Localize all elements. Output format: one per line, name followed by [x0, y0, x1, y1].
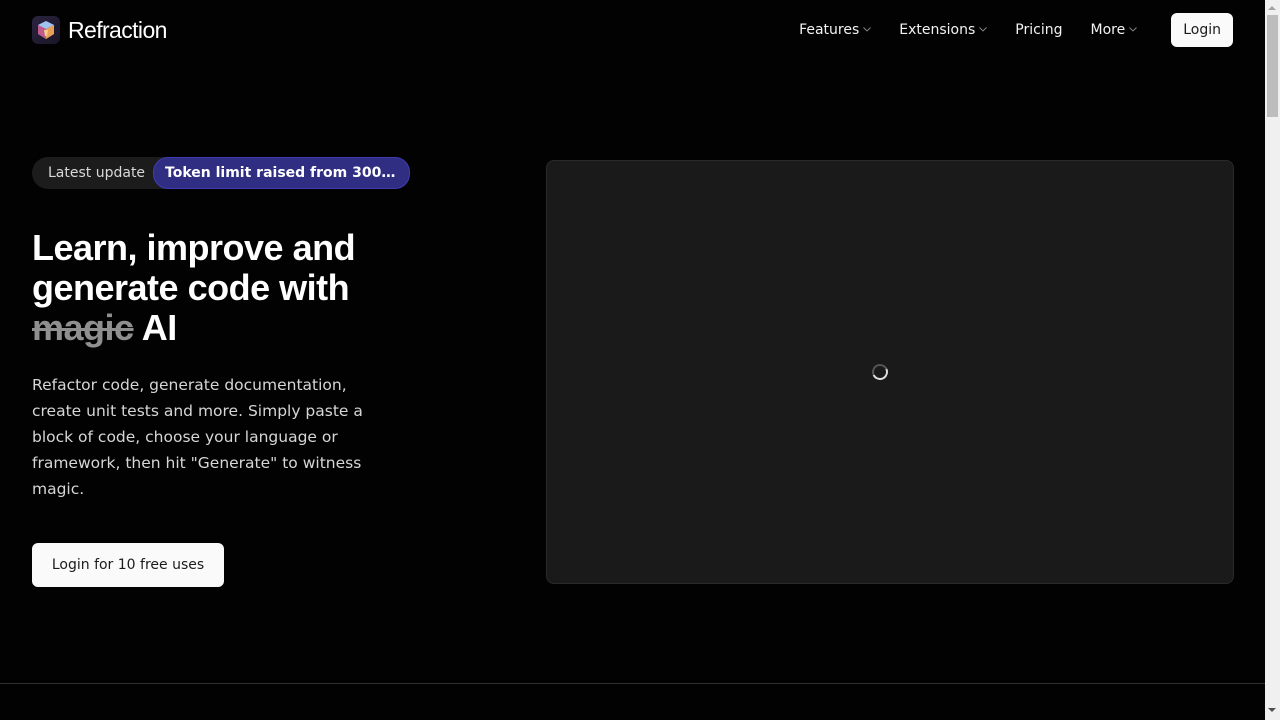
section-divider: [0, 683, 1265, 684]
hero-description: Refactor code, generate documentation, c…: [32, 376, 363, 498]
hero-headline: Learn, improve and generate code with ma…: [32, 228, 452, 348]
latest-update-label: Latest update: [48, 165, 146, 181]
chevron-down-icon: [979, 27, 988, 32]
loading-spinner-icon: [869, 361, 891, 383]
nav-extensions-label: Extensions: [899, 22, 976, 38]
nav-pricing[interactable]: Pricing: [1015, 22, 1062, 38]
nav-extensions[interactable]: Extensions: [899, 22, 988, 38]
headline-strikethrough-word: magic: [32, 307, 134, 348]
scroll-up-arrow-icon[interactable]: [1268, 6, 1276, 10]
chevron-down-icon: [1129, 27, 1138, 32]
headline-suffix: AI: [133, 307, 178, 348]
nav-features-label: Features: [799, 22, 860, 38]
brand-name: Refraction: [68, 16, 167, 43]
login-free-uses-button[interactable]: Login for 10 free uses: [32, 543, 224, 587]
nav-more-label: More: [1090, 22, 1126, 38]
brand-logo[interactable]: Refraction: [32, 16, 167, 44]
page: Refraction Features Extensions Pricing M…: [0, 0, 1265, 720]
refraction-cube-logo-icon: [32, 16, 60, 44]
nav-features[interactable]: Features: [799, 22, 872, 38]
latest-update-badge[interactable]: Token limit raised from 300…: [153, 157, 411, 189]
headline-text: Learn, improve and generate code with: [32, 227, 356, 308]
latest-update-pill[interactable]: Latest update Token limit raised from 30…: [32, 157, 411, 189]
chevron-down-icon: [863, 27, 872, 32]
code-preview-panel: [546, 160, 1234, 584]
login-button[interactable]: Login: [1171, 13, 1233, 47]
nav-pricing-label: Pricing: [1015, 22, 1063, 38]
scroll-down-arrow-icon[interactable]: [1268, 708, 1276, 712]
scrollbar-thumb[interactable]: [1267, 15, 1278, 117]
nav-more[interactable]: More: [1091, 22, 1138, 38]
page-scrollbar[interactable]: [1265, 0, 1280, 720]
main-nav: Features Extensions Pricing More Login: [799, 13, 1233, 47]
